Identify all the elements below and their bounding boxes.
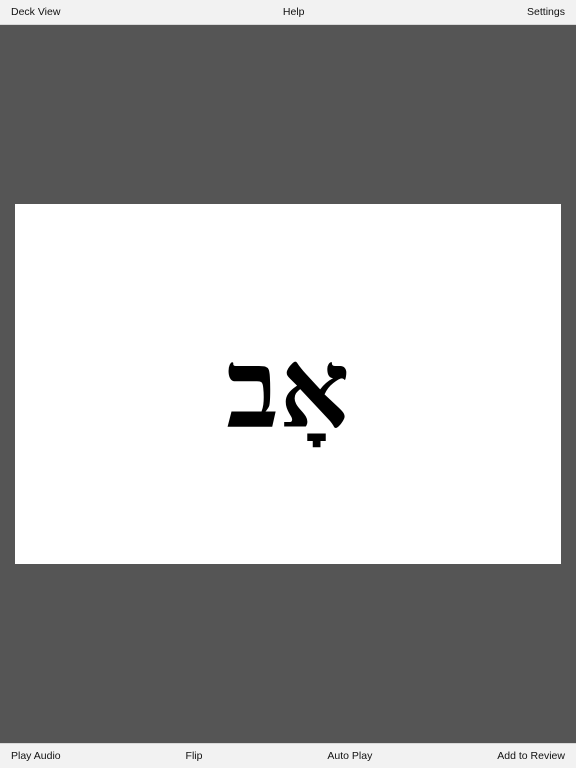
top-toolbar: Deck View Help Settings — [0, 0, 576, 25]
add-to-review-button[interactable]: Add to Review — [497, 744, 565, 768]
flip-button[interactable]: Flip — [186, 744, 203, 768]
deck-view-button[interactable]: Deck View — [11, 0, 60, 25]
auto-play-button[interactable]: Auto Play — [327, 744, 372, 768]
bottom-toolbar: Play Audio Flip Auto Play Add to Review — [0, 743, 576, 768]
settings-button[interactable]: Settings — [527, 0, 565, 25]
play-audio-button[interactable]: Play Audio — [11, 744, 61, 768]
card-text: אָב — [226, 324, 350, 453]
flashcard[interactable]: אָב — [15, 204, 561, 564]
flashcard-app: Deck View Help Settings אָב Play Audio F… — [0, 0, 576, 768]
help-button[interactable]: Help — [283, 0, 305, 25]
